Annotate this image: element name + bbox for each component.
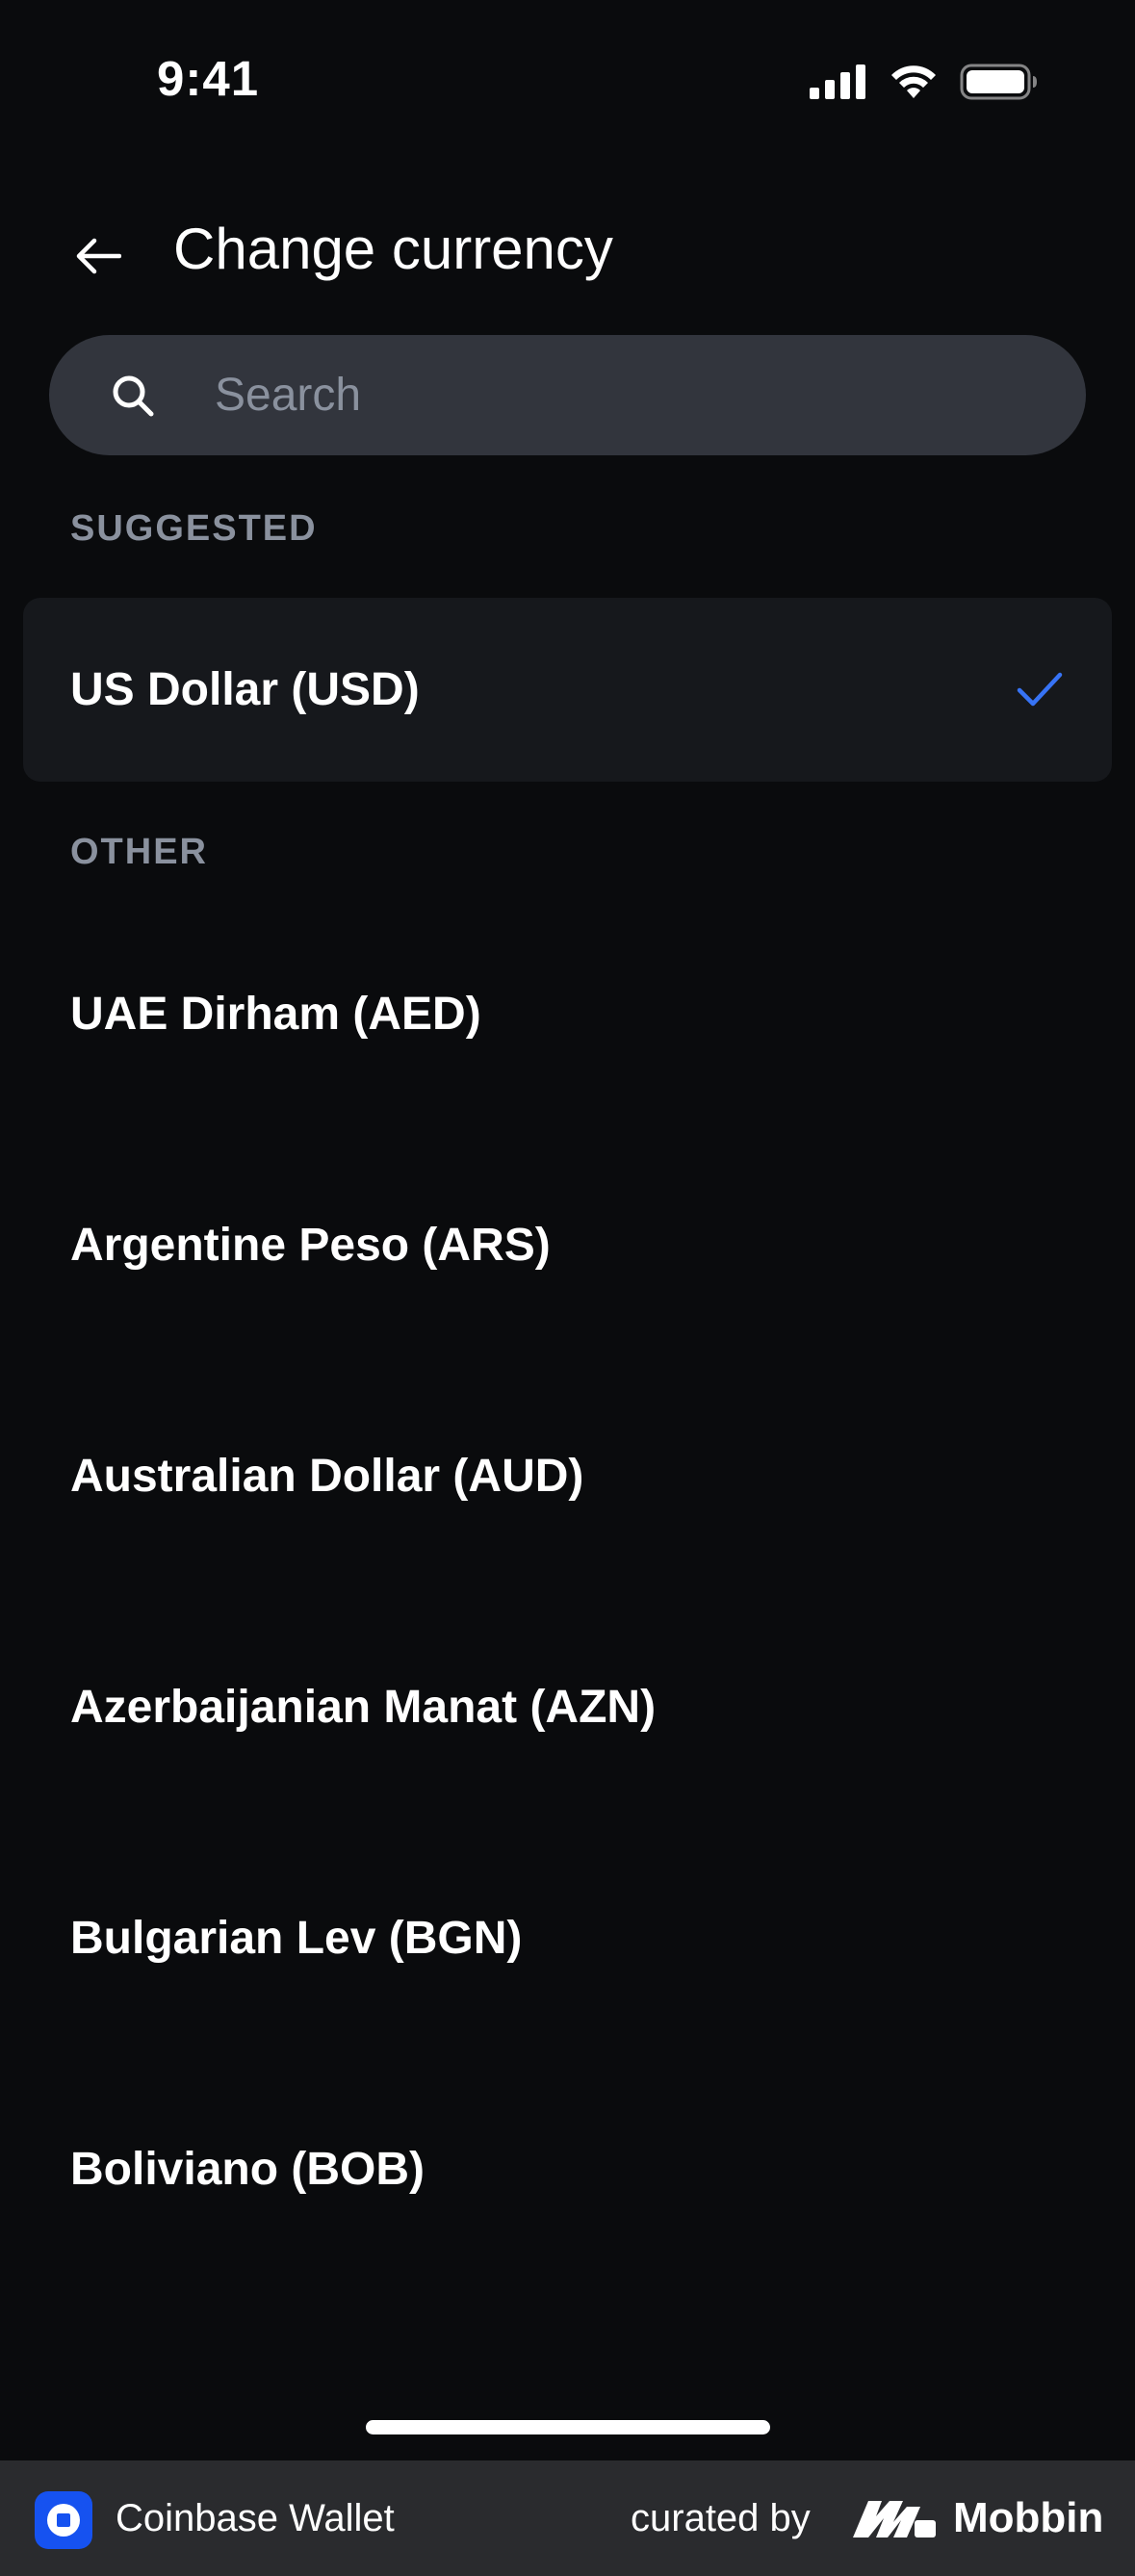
currency-row-usd[interactable]: US Dollar (USD) bbox=[23, 598, 1112, 782]
section-label-suggested: SUGGESTED bbox=[70, 508, 318, 549]
arrow-left-icon bbox=[76, 238, 121, 274]
status-icons bbox=[810, 64, 1039, 100]
currency-label: Azerbaijanian Manat (AZN) bbox=[70, 1681, 657, 1733]
search-input[interactable] bbox=[215, 335, 1043, 455]
footer-brand-name: Mobbin bbox=[953, 2494, 1104, 2541]
wifi-icon bbox=[891, 65, 936, 98]
coinbase-logo-mark-icon bbox=[47, 2504, 80, 2537]
back-button[interactable] bbox=[64, 221, 133, 291]
currency-label: UAE Dirham (AED) bbox=[70, 988, 481, 1040]
mobbin-logo-icon bbox=[853, 2501, 936, 2537]
footer-curated-by: curated by bbox=[631, 2496, 811, 2539]
search-icon bbox=[113, 375, 154, 417]
currency-label: Argentine Peso (ARS) bbox=[70, 1219, 551, 1271]
header: Change currency bbox=[0, 193, 1135, 318]
status-time: 9:41 bbox=[157, 51, 260, 106]
currency-row-azn[interactable]: Azerbaijanian Manat (AZN) bbox=[0, 1615, 1135, 1798]
footer: Coinbase Wallet curated by Mobbin bbox=[0, 2460, 1135, 2576]
footer-app-name: Coinbase Wallet bbox=[116, 2496, 395, 2539]
cellular-signal-icon bbox=[810, 64, 865, 99]
battery-icon bbox=[960, 64, 1037, 100]
coinbase-wallet-logo-icon bbox=[35, 2491, 92, 2549]
status-bar: 9:41 bbox=[0, 0, 1135, 164]
currency-label: Australian Dollar (AUD) bbox=[70, 1450, 584, 1502]
currency-label: US Dollar (USD) bbox=[70, 664, 420, 715]
home-indicator[interactable] bbox=[366, 2420, 770, 2434]
currency-row-ars[interactable]: Argentine Peso (ARS) bbox=[0, 1153, 1135, 1336]
currency-label: Bulgarian Lev (BGN) bbox=[70, 1912, 523, 1964]
page-title: Change currency bbox=[173, 217, 613, 281]
currency-row-bgn[interactable]: Bulgarian Lev (BGN) bbox=[0, 1846, 1135, 2029]
checkmark-icon bbox=[1017, 672, 1063, 707]
currency-row-aud[interactable]: Australian Dollar (AUD) bbox=[0, 1384, 1135, 1567]
currency-row-aed[interactable]: UAE Dirham (AED) bbox=[0, 922, 1135, 1105]
section-label-other: OTHER bbox=[70, 832, 208, 872]
currency-row-bob[interactable]: Boliviano (BOB) bbox=[0, 2077, 1135, 2260]
currency-label: Boliviano (BOB) bbox=[70, 2143, 425, 2195]
search-bar[interactable] bbox=[49, 335, 1086, 455]
